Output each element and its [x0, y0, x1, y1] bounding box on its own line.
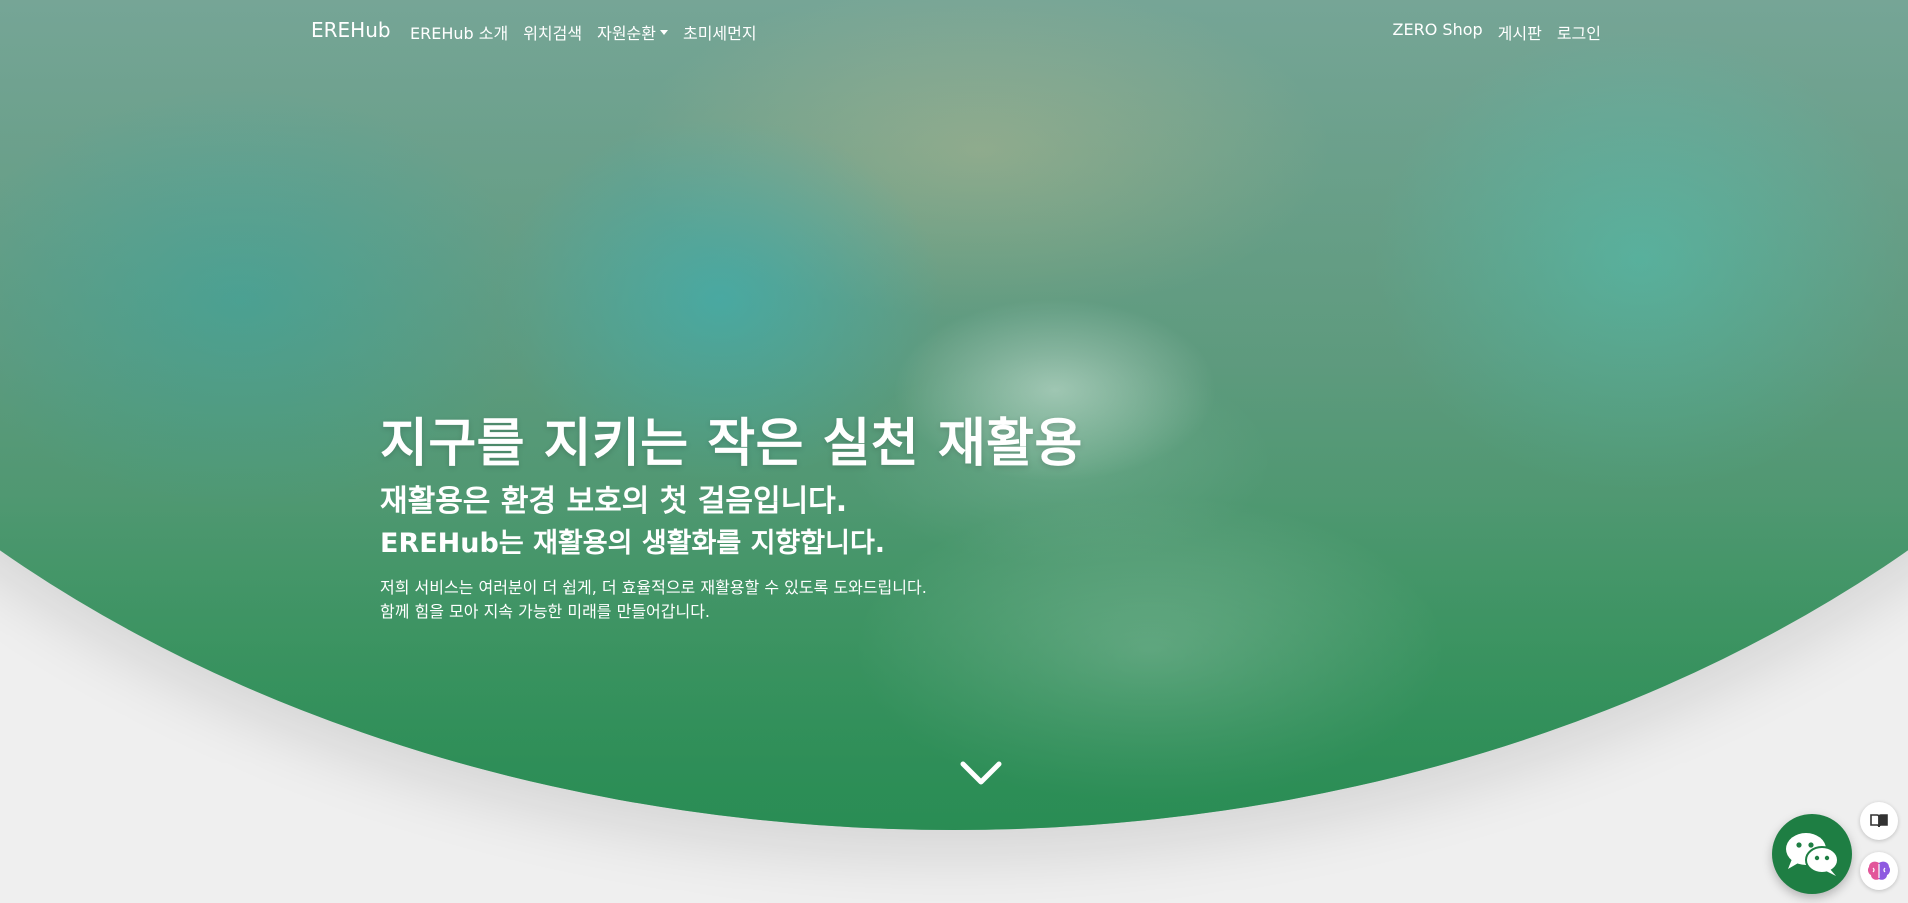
brain-icon — [1867, 861, 1891, 880]
reader-mode-button[interactable] — [1860, 802, 1898, 840]
caret-down-icon — [659, 29, 668, 35]
nav-dropdown-label: 자원순환 — [597, 24, 656, 43]
navbar: EREHub EREHub 소개 위치검색 자원순환 초미세먼지 ZERO Sh… — [0, 0, 1908, 60]
hero-subtitle-1: 재활용은 환경 보호의 첫 걸음입니다. — [380, 484, 848, 519]
brand-logo[interactable]: EREHub — [311, 18, 391, 42]
nav-link-location-search[interactable]: 위치검색 — [523, 20, 582, 44]
nav-item-board: 게시판 — [1498, 20, 1542, 44]
nav-link-intro[interactable]: EREHub 소개 — [410, 20, 508, 44]
chevron-down-icon[interactable] — [960, 760, 1002, 788]
hero-subtitle-2: EREHub는 재활용의 생활화를 지향합니다. — [380, 528, 886, 559]
nav-right-menu: ZERO Shop 게시판 로그인 — [1393, 20, 1601, 44]
nav-dropdown-resource-cycle[interactable]: 자원순환 — [597, 20, 668, 44]
nav-item-resource-cycle: 자원순환 — [597, 20, 668, 44]
hero-title: 지구를 지키는 작은 실천 재활용 — [380, 414, 1083, 474]
chat-bubbles-icon — [1786, 833, 1839, 876]
nav-item-zero-shop: ZERO Shop — [1393, 20, 1483, 44]
nav-link-board[interactable]: 게시판 — [1498, 20, 1542, 44]
nav-link-login[interactable]: 로그인 — [1557, 20, 1601, 44]
nav-item-intro: EREHub 소개 — [410, 20, 508, 44]
chat-button[interactable] — [1772, 814, 1852, 894]
hero-text-block: 지구를 지키는 작은 실천 재활용 재활용은 환경 보호의 첫 걸음입니다. E… — [380, 410, 1083, 624]
nav-item-login: 로그인 — [1557, 20, 1601, 44]
nav-item-fine-dust: 초미세먼지 — [683, 20, 757, 44]
nav-link-zero-shop[interactable]: ZERO Shop — [1393, 20, 1483, 39]
hero-description: 저희 서비스는 여러분이 더 쉽게, 더 효율적으로 재활용할 수 있도록 도와… — [380, 576, 1083, 624]
hero-description-line-2: 함께 힘을 모아 지속 가능한 미래를 만들어갑니다. — [380, 602, 711, 621]
hero-description-line-1: 저희 서비스는 여러분이 더 쉽게, 더 효율적으로 재활용할 수 있도록 도와… — [380, 578, 927, 597]
nav-left-menu: EREHub 소개 위치검색 자원순환 초미세먼지 — [410, 20, 757, 44]
book-icon — [1870, 814, 1888, 828]
nav-link-fine-dust[interactable]: 초미세먼지 — [683, 20, 757, 44]
assistant-button[interactable] — [1860, 852, 1898, 890]
nav-item-location-search: 위치검색 — [523, 20, 582, 44]
